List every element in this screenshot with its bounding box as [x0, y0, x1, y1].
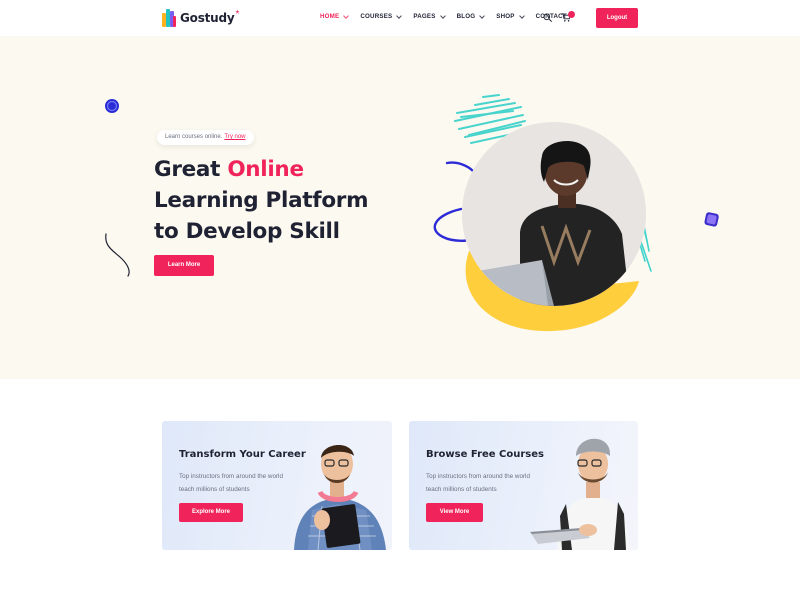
blue-blob-icon — [105, 99, 119, 113]
nav-item-shop[interactable]: SHOP — [496, 12, 525, 20]
nav-item-label: PAGES — [413, 13, 436, 20]
chevron-down-icon — [439, 12, 446, 19]
nav-item-label: SHOP — [496, 13, 515, 20]
nav-item-home[interactable]: HOME — [320, 12, 350, 20]
cart-badge — [568, 11, 575, 18]
card-title: Browse Free Courses — [426, 449, 544, 460]
nav-item-label: BLOG — [456, 13, 476, 20]
card-text: Top instructors from around the world te… — [179, 473, 283, 493]
view-more-button[interactable]: View More — [426, 503, 483, 522]
promo-pill: Learn courses online. Try now — [157, 130, 254, 145]
nav-item-label: COURSES — [360, 13, 393, 20]
main-nav: HOME COURSES PAGES BLOG SHOP CONTACT — [320, 12, 579, 20]
hero-title-part: Great — [154, 157, 228, 182]
logo-text: Gostudy — [180, 11, 235, 25]
explore-more-button[interactable]: Explore More — [179, 503, 243, 522]
logo[interactable]: Gostudy * — [162, 8, 239, 28]
squiggle-icon — [105, 233, 130, 277]
hero-section: Learn courses online. Try now Great Onlin… — [0, 36, 800, 379]
hero-student-photo — [462, 122, 646, 306]
search-icon[interactable] — [543, 13, 552, 22]
logo-asterisk: * — [235, 8, 240, 20]
chevron-down-icon — [396, 12, 403, 19]
chevron-down-icon — [479, 12, 486, 19]
feature-card-free-courses: Browse Free Courses Top instructors from… — [409, 421, 638, 550]
site-header: Gostudy * HOME COURSES PAGES BLOG SHOP C… — [0, 0, 800, 36]
try-now-link[interactable]: Try now — [224, 134, 245, 140]
hero-title: Great Online Learning Platform to Develo… — [154, 154, 394, 247]
promo-text: Learn courses online. — [165, 134, 223, 140]
hero-title-line3: to Develop Skill — [154, 219, 340, 244]
learn-more-button[interactable]: Learn More — [154, 255, 214, 276]
student-with-book-image — [294, 444, 386, 550]
nav-item-courses[interactable]: COURSES — [360, 12, 403, 20]
purple-cube-icon — [704, 212, 719, 227]
hero-title-line2: Learning Platform — [154, 188, 369, 213]
logout-button[interactable]: Logout — [596, 8, 638, 28]
hero-title-accent: Online — [227, 157, 304, 182]
chevron-down-icon — [518, 12, 525, 19]
feature-card-career: Transform Your Career Top instructors fr… — [162, 421, 392, 550]
student-with-tablet-image — [530, 438, 630, 550]
nav-item-label: HOME — [320, 13, 340, 20]
nav-item-pages[interactable]: PAGES — [413, 12, 446, 20]
nav-item-blog[interactable]: BLOG — [456, 12, 486, 20]
logo-icon — [162, 9, 176, 27]
chevron-down-icon — [343, 12, 350, 19]
